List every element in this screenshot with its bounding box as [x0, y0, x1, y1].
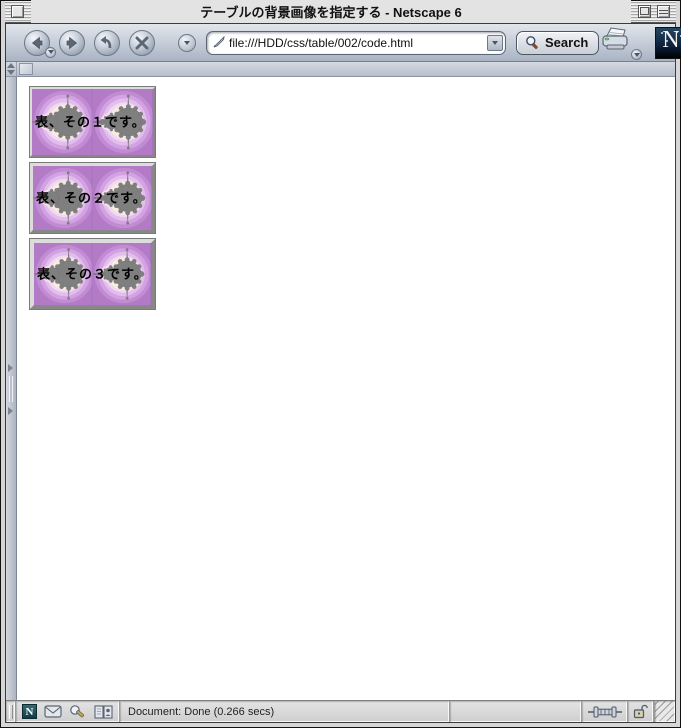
chevron-down-icon: [47, 50, 54, 54]
toolbar-collapse-down-icon[interactable]: [7, 70, 15, 75]
navigator-icon[interactable]: N: [22, 704, 37, 719]
addressbook-icon[interactable]: [94, 704, 113, 719]
chevron-down-icon: [184, 40, 190, 45]
close-window-button[interactable]: [11, 5, 24, 18]
reload-icon: [100, 35, 112, 48]
status-section-empty: [450, 701, 582, 722]
taskbar-grippy[interactable]: [6, 701, 16, 722]
sidebar-expand-icon[interactable]: [8, 364, 13, 372]
print-button[interactable]: [599, 26, 643, 60]
table-row: 表、その２です。: [29, 162, 156, 234]
stop-button[interactable]: [129, 29, 155, 56]
chevron-down-icon: [492, 40, 498, 45]
pencil-bookmark-icon: [213, 36, 225, 48]
reload-button[interactable]: [94, 29, 120, 56]
search-button-label: Search: [545, 35, 589, 50]
browser-window: テーブルの背景画像を指定する - Netscape 6 file:///HDD/…: [0, 0, 681, 728]
zoom-window-button[interactable]: [638, 5, 651, 18]
page-content: 表、その１です。 表、その２です。 表、その３です。: [17, 77, 675, 700]
status-bar: N Document: Done (0.266 secs): [6, 700, 675, 722]
personal-toolbar-strip: [6, 62, 675, 77]
sidebar-grab-handle[interactable]: [9, 376, 13, 402]
table-cell-text: 表、その３です。: [37, 266, 148, 282]
search-icon: [526, 36, 538, 49]
back-icon: [31, 36, 43, 49]
unlocked-padlock-icon: [633, 704, 648, 719]
page-proxy-dropdown[interactable]: [178, 33, 196, 52]
sidebar-splitter[interactable]: [6, 77, 17, 700]
forward-button[interactable]: [59, 29, 85, 56]
table-row: 表、その３です。: [29, 238, 156, 310]
url-input[interactable]: [229, 35, 487, 50]
toolbar-collapse-tab[interactable]: [19, 63, 33, 75]
netscape-throbber[interactable]: N: [655, 26, 681, 59]
plug-icon: [587, 706, 622, 717]
printer-icon: [602, 27, 628, 50]
mail-icon[interactable]: [44, 705, 62, 718]
composer-icon[interactable]: [69, 704, 87, 719]
title-bar[interactable]: テーブルの背景画像を指定する - Netscape 6: [5, 0, 676, 23]
resize-grip[interactable]: [654, 701, 675, 722]
table-cell-text: 表、その２です。: [36, 190, 147, 206]
back-history-dropdown[interactable]: [45, 46, 56, 58]
collapse-window-button[interactable]: [657, 5, 670, 18]
security-indicator[interactable]: [628, 701, 654, 722]
search-button[interactable]: Search: [516, 30, 600, 55]
navigation-toolbar: Search N: [6, 24, 681, 62]
netscape-logo-letter: N: [662, 27, 680, 54]
forward-icon: [66, 36, 78, 49]
window-title: テーブルの背景画像を指定する - Netscape 6: [31, 0, 631, 23]
stop-icon: [135, 36, 149, 49]
online-indicator[interactable]: [582, 701, 628, 722]
table-cell-text: 表、その１です。: [35, 114, 146, 130]
table-row: 表、その１です。: [29, 86, 156, 158]
url-bar[interactable]: [206, 30, 506, 55]
chevron-down-icon: [633, 52, 640, 57]
url-dropdown-button[interactable]: [487, 34, 503, 51]
sidebar-expand-icon[interactable]: [8, 407, 13, 415]
print-dropdown[interactable]: [631, 49, 643, 60]
mini-logo-letter: N: [25, 705, 34, 718]
toolbar-collapse-up-icon[interactable]: [7, 63, 15, 68]
status-text: Document: Done (0.266 secs): [128, 705, 275, 718]
back-button[interactable]: [24, 29, 56, 58]
